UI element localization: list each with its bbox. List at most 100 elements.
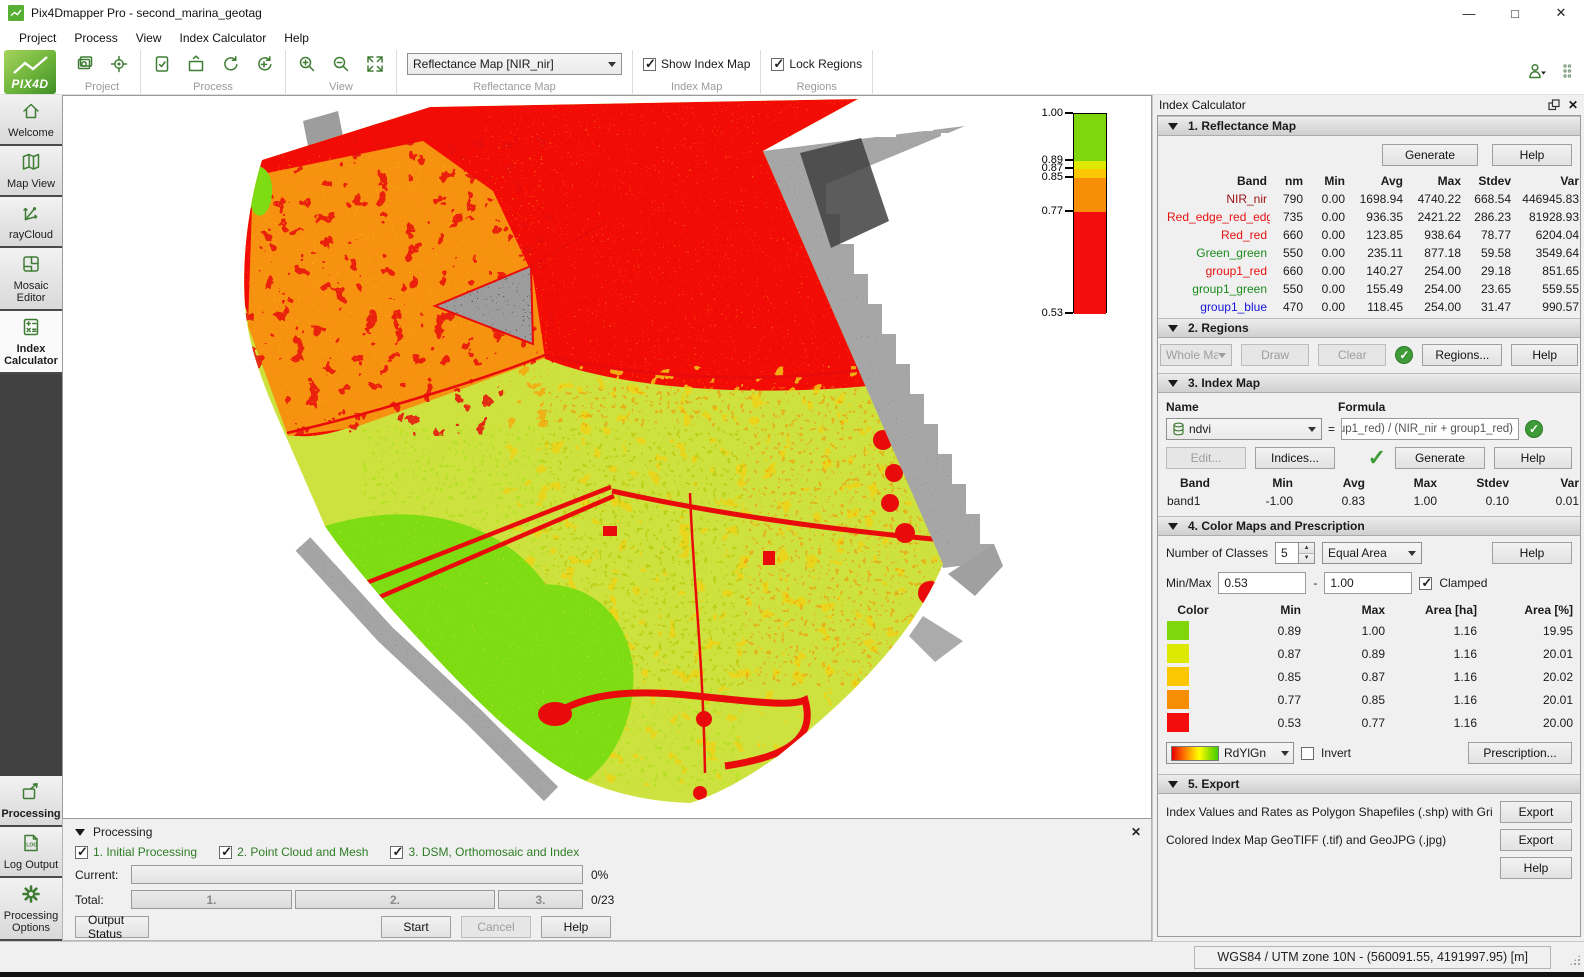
- column-header: nm: [1270, 172, 1306, 190]
- colormaps-help-button[interactable]: Help: [1492, 542, 1572, 564]
- export-geotiff-button[interactable]: Export: [1500, 829, 1572, 851]
- class-method-dropdown[interactable]: Equal Area: [1322, 542, 1422, 564]
- processing-help-button[interactable]: Help: [541, 916, 611, 938]
- index-name-dropdown[interactable]: ndvi: [1166, 418, 1322, 440]
- sidebar-item-processing-options[interactable]: Processing Options: [0, 878, 62, 941]
- processing-step-label: 3. DSM, Orthomosaic and Index: [408, 845, 579, 859]
- class-color-swatch: [1167, 690, 1189, 709]
- toolbar-group-view: View: [286, 50, 397, 94]
- sidebar-spacer: [0, 374, 62, 776]
- clamped-checkbox[interactable]: [1419, 577, 1432, 590]
- zoom-out-icon[interactable]: [330, 53, 352, 75]
- processing-step-label: 2. Point Cloud and Mesh: [237, 845, 368, 859]
- menu-item-index-calculator[interactable]: Index Calculator: [171, 28, 276, 48]
- start-button[interactable]: Start: [381, 916, 451, 938]
- lock-regions-checkbox[interactable]: [771, 58, 784, 71]
- table-row: 0.891.001.1619.95: [1164, 619, 1576, 642]
- collapse-triangle-icon[interactable]: [75, 829, 85, 836]
- processing-step-checkbox[interactable]: [390, 846, 403, 859]
- table-row: NIR_nir7900.001698.944740.22668.54446945…: [1164, 190, 1581, 208]
- menu-item-view[interactable]: View: [127, 28, 171, 48]
- indices-button[interactable]: Indices...: [1255, 447, 1335, 469]
- reprocess-add-icon[interactable]: [253, 53, 275, 75]
- zoom-in-icon[interactable]: [296, 53, 318, 75]
- table-row: Red_red6600.00123.85938.6478.776204.04: [1164, 226, 1581, 244]
- sidebar-item-label: Welcome: [8, 127, 54, 139]
- output-status-button[interactable]: Output Status: [75, 916, 149, 938]
- formula-field[interactable]: _nir - group1_red) / (NIR_nir + group1_r…: [1341, 418, 1519, 440]
- sidebar-item-index-calculator[interactable]: Index Calculator: [0, 311, 62, 374]
- index-help-button[interactable]: Help: [1494, 447, 1572, 469]
- ndvi-map[interactable]: [63, 96, 1151, 819]
- map-viewport[interactable]: 1.000.890.870.850.770.53: [62, 95, 1152, 819]
- band-value: 123.85: [1348, 226, 1406, 244]
- section-title: 1. Reflectance Map: [1188, 119, 1296, 133]
- current-progress-bar: [131, 865, 583, 884]
- section-index-map[interactable]: 3. Index Map: [1158, 373, 1580, 393]
- colormap-gradient-swatch: [1171, 746, 1219, 761]
- float-panel-icon[interactable]: [1548, 99, 1560, 111]
- reflectance-generate-button[interactable]: Generate: [1382, 144, 1478, 166]
- sidebar-item-label: Index Calculator: [1, 343, 61, 367]
- sidebar-item-map-view[interactable]: Map View: [0, 146, 62, 197]
- menu-item-help[interactable]: Help: [275, 28, 318, 48]
- chevron-down-icon: [1541, 72, 1546, 75]
- legend-tick: [1065, 159, 1073, 161]
- export-help-button[interactable]: Help: [1500, 857, 1572, 879]
- export-shapefiles-button[interactable]: Export: [1500, 801, 1572, 823]
- menu-item-project[interactable]: Project: [10, 28, 65, 48]
- raycloud-icon: [20, 202, 42, 227]
- column-header: Max: [1406, 172, 1464, 190]
- close-button[interactable]: ✕: [1538, 0, 1584, 26]
- gcp-manager-icon[interactable]: [108, 53, 130, 75]
- band-value: 550: [1270, 280, 1306, 298]
- collapse-triangle-icon: [1168, 523, 1178, 530]
- sidebar-item-log-output[interactable]: LOGLog Output: [0, 827, 62, 878]
- band-value: 155.49: [1348, 280, 1406, 298]
- formula-valid-icon: ✓: [1525, 420, 1543, 438]
- zoom-fit-icon[interactable]: [364, 53, 386, 75]
- reflectance-help-button[interactable]: Help: [1492, 144, 1572, 166]
- band-value: 936.35: [1348, 208, 1406, 226]
- processing-icon: [20, 781, 42, 806]
- resize-grip[interactable]: [1569, 954, 1581, 966]
- maximize-button[interactable]: □: [1492, 0, 1538, 26]
- prescription-button[interactable]: Prescription...: [1468, 742, 1572, 764]
- reprocess-icon[interactable]: [219, 53, 241, 75]
- new-project-icon[interactable]: [74, 53, 96, 75]
- sidebar-item-raycloud[interactable]: rayCloud: [0, 197, 62, 248]
- menu-item-process[interactable]: Process: [65, 28, 126, 48]
- spin-up-icon[interactable]: ▲: [1299, 543, 1314, 554]
- minimize-button[interactable]: —: [1446, 0, 1492, 26]
- sidebar-item-processing[interactable]: Processing: [0, 776, 62, 827]
- regions-button[interactable]: Regions...: [1422, 344, 1502, 366]
- section-reflectance-map[interactable]: 1. Reflectance Map: [1158, 116, 1580, 136]
- sidebar-item-mosaic-editor[interactable]: Mosaic Editor: [0, 248, 62, 311]
- section-color-maps[interactable]: 4. Color Maps and Prescription: [1158, 516, 1580, 536]
- band-value: 254.00: [1406, 262, 1464, 280]
- close-processing-panel-icon[interactable]: ✕: [1131, 825, 1141, 839]
- toolbar-group-process: Process: [141, 50, 286, 94]
- account-icon[interactable]: [1526, 62, 1548, 82]
- section-export[interactable]: 5. Export: [1158, 774, 1580, 794]
- regions-help-button[interactable]: Help: [1511, 344, 1578, 366]
- show-index-map-checkbox[interactable]: [643, 58, 656, 71]
- overflow-grip-icon[interactable]: [1562, 62, 1572, 82]
- max-input[interactable]: 1.00: [1324, 572, 1412, 594]
- reflectance-map-dropdown[interactable]: Reflectance Map [NIR_nir]: [407, 53, 622, 75]
- current-progress-value: 0%: [591, 868, 608, 882]
- close-panel-icon[interactable]: ✕: [1568, 98, 1578, 112]
- min-input[interactable]: 0.53: [1218, 572, 1306, 594]
- processing-step-checkbox[interactable]: [75, 846, 88, 859]
- section-regions[interactable]: 2. Regions: [1158, 318, 1580, 338]
- index-generate-button[interactable]: Generate: [1395, 447, 1485, 469]
- invert-checkbox[interactable]: [1301, 747, 1314, 760]
- process-check-icon[interactable]: [151, 53, 173, 75]
- spin-down-icon[interactable]: ▼: [1299, 554, 1314, 564]
- classes-spinner[interactable]: 5 ▲▼: [1275, 542, 1315, 564]
- sidebar-item-welcome[interactable]: Welcome: [0, 95, 62, 146]
- band-name: group1_blue: [1164, 298, 1270, 316]
- processing-step-checkbox[interactable]: [219, 846, 232, 859]
- colormap-dropdown[interactable]: RdYlGn: [1166, 742, 1294, 764]
- open-results-icon[interactable]: [185, 53, 207, 75]
